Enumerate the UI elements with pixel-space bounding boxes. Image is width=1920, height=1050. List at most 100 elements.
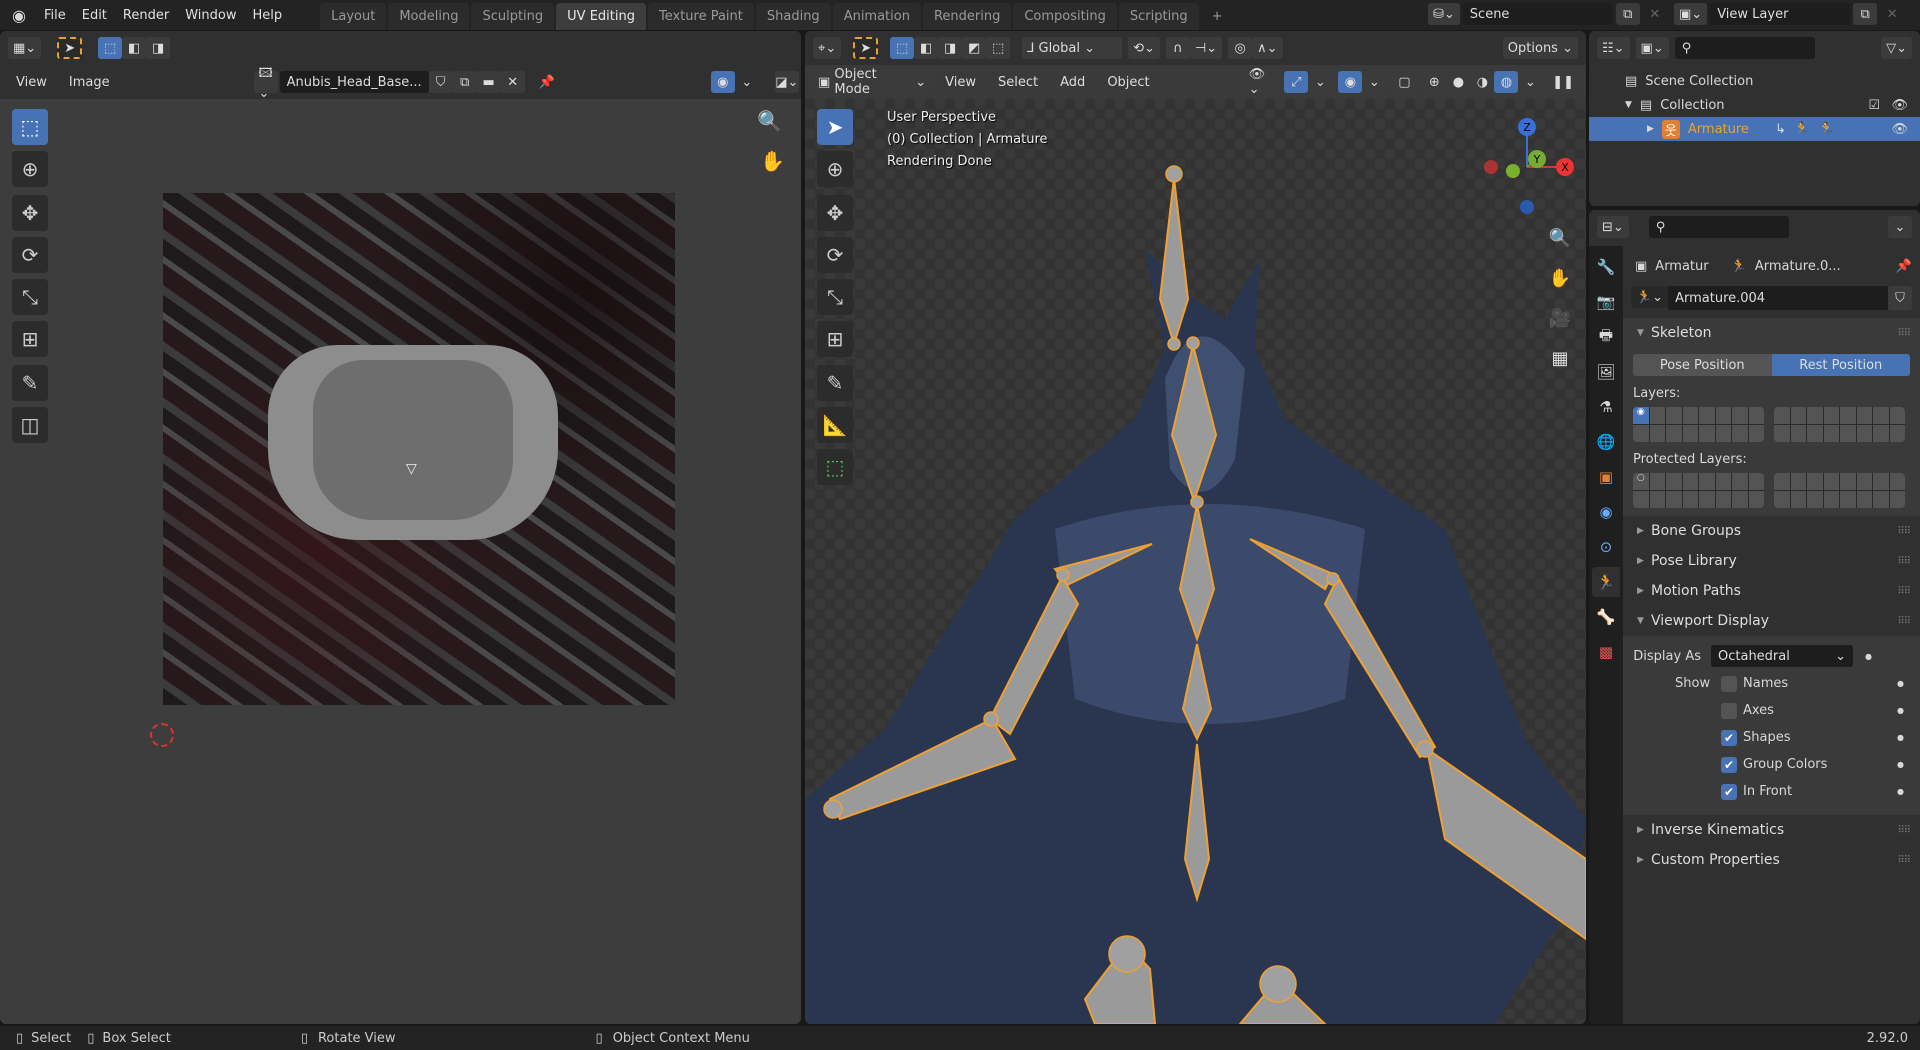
overlays-dropdown-icon[interactable]: ⌄	[1362, 71, 1387, 93]
view-layer-filter-icon[interactable]: ▣⌄	[1635, 37, 1669, 59]
rotate-tool-icon[interactable]: ⟳	[817, 237, 853, 273]
layer-cell[interactable]	[1732, 407, 1748, 424]
layer-cell[interactable]	[1873, 425, 1889, 442]
pivot-point-icon[interactable]: ⟲⌄	[1128, 37, 1160, 59]
layer-cell[interactable]	[1666, 425, 1682, 442]
layer-cell[interactable]	[1748, 407, 1764, 424]
tool-tab-icon[interactable]: 🔧	[1592, 252, 1620, 282]
layer-cell[interactable]: ◉	[1633, 407, 1649, 424]
show-shapes-checkbox[interactable]: ✔ Shapes ●	[1623, 724, 1920, 751]
layer-cell[interactable]	[1715, 425, 1731, 442]
uv-menu-view[interactable]: View	[8, 75, 55, 90]
panel-motion-paths[interactable]: ▶ Motion Paths ⠿⠿	[1623, 576, 1920, 606]
show-group-colors-checkbox[interactable]: ✔ Group Colors ●	[1623, 751, 1920, 778]
tab-compositing[interactable]: Compositing	[1013, 3, 1117, 30]
layer-cell[interactable]	[1823, 425, 1839, 442]
snap-target-icon[interactable]: ⊣⌄	[1189, 37, 1223, 59]
overlay-toggle-icon[interactable]: ◉	[710, 71, 735, 93]
pin-icon[interactable]: 📌	[539, 75, 555, 90]
keyframe-dot-icon[interactable]: ●	[1897, 706, 1904, 715]
layer-cell[interactable]	[1889, 425, 1905, 442]
move-tool-icon[interactable]: ✥	[817, 195, 853, 231]
pan-view-icon[interactable]: ✋	[1545, 259, 1575, 299]
layer-cell[interactable]	[1732, 425, 1748, 442]
eye-icon[interactable]: 👁	[1891, 98, 1908, 113]
keyframe-dot-icon[interactable]: ●	[1897, 787, 1904, 796]
layer-cell[interactable]	[1790, 473, 1806, 490]
tab-sculpting[interactable]: Sculpting	[471, 3, 555, 30]
fake-user-icon[interactable]: ⛉	[1888, 286, 1912, 310]
layer-cell[interactable]	[1889, 491, 1905, 508]
menu-file[interactable]: File	[36, 8, 74, 23]
select-new-icon[interactable]: ⬚	[890, 37, 915, 59]
drag-handle-icon[interactable]: ⠿⠿	[1897, 556, 1911, 567]
layer-cell[interactable]	[1732, 491, 1748, 508]
layer-cell[interactable]: ○	[1633, 473, 1649, 490]
layers-grid[interactable]: ◉	[1633, 407, 1910, 442]
scale-tool-icon[interactable]: ⤡	[12, 279, 48, 315]
layer-cell[interactable]	[1823, 407, 1839, 424]
layer-cell[interactable]	[1856, 425, 1872, 442]
layer-cell[interactable]	[1856, 473, 1872, 490]
exclude-checkbox-icon[interactable]: ☑	[1868, 98, 1880, 113]
eye-icon[interactable]: 👁	[1891, 122, 1908, 137]
layer-cell[interactable]	[1873, 491, 1889, 508]
layer-cell[interactable]	[1682, 473, 1698, 490]
viewport-menu-object[interactable]: Object	[1099, 75, 1157, 90]
view-layer-tab-icon[interactable]: 🖼	[1592, 357, 1620, 387]
layer-cell[interactable]	[1732, 473, 1748, 490]
transform-orientation-dropdown[interactable]: ⅃ Global ⌄	[1022, 37, 1123, 59]
select-intersect-icon[interactable]: ⬚	[986, 37, 1011, 59]
menu-render[interactable]: Render	[115, 8, 177, 23]
layer-cell[interactable]	[1699, 473, 1715, 490]
tab-modeling[interactable]: Modeling	[388, 3, 470, 30]
display-channels-icon[interactable]: ◪⌄	[774, 71, 799, 93]
viewport-menu-select[interactable]: Select	[990, 75, 1046, 90]
annotate-tool-icon[interactable]: ✎	[817, 365, 853, 401]
texture-tab-icon[interactable]: ▩	[1592, 637, 1620, 667]
layer-cell[interactable]	[1873, 473, 1889, 490]
filter-icon[interactable]: ▽⌄	[1881, 37, 1912, 59]
menu-window[interactable]: Window	[177, 8, 244, 23]
layer-cell[interactable]	[1748, 425, 1764, 442]
editor-type-icon[interactable]: ▦⌄	[8, 37, 42, 59]
outliner-item-armature[interactable]: ▶ 웃 Armature ↳ 🏃 🏃 👁	[1589, 117, 1920, 141]
physics-tab-icon[interactable]: ⊙	[1592, 532, 1620, 562]
unlink-image-icon[interactable]: ✕	[500, 71, 525, 93]
2d-cursor-icon[interactable]	[150, 723, 174, 747]
checkbox-icon[interactable]: ✔	[1721, 756, 1737, 773]
outliner-item-scene-collection[interactable]: ▤ Scene Collection	[1589, 69, 1920, 93]
select-mode-subtract-icon[interactable]: ◨	[146, 37, 171, 59]
material-shading-icon[interactable]: ◑	[1470, 71, 1495, 93]
open-image-icon[interactable]: ▬	[476, 71, 501, 93]
layer-cell[interactable]	[1774, 473, 1790, 490]
add-cube-tool-icon[interactable]: ⬚	[817, 449, 853, 485]
layer-cell[interactable]	[1790, 425, 1806, 442]
menu-help[interactable]: Help	[244, 8, 290, 23]
transform-tool-icon[interactable]: ⊞	[12, 321, 48, 357]
display-mode-icon[interactable]: ☷⌄	[1597, 37, 1630, 59]
layer-cell[interactable]	[1807, 491, 1823, 508]
panel-inverse-kinematics[interactable]: ▶ Inverse Kinematics ⠿⠿	[1623, 815, 1920, 845]
object-tab-icon[interactable]: ▣	[1592, 462, 1620, 492]
layer-cell[interactable]	[1748, 473, 1764, 490]
layer-cell[interactable]	[1649, 407, 1665, 424]
protected-layers-grid[interactable]: ○	[1633, 473, 1910, 508]
checkbox-icon[interactable]: ✔	[1721, 783, 1737, 800]
layer-cell[interactable]	[1807, 473, 1823, 490]
new-scene-icon[interactable]: ⧉	[1615, 3, 1640, 25]
layer-cell[interactable]	[1790, 491, 1806, 508]
layer-cell[interactable]	[1774, 491, 1790, 508]
layer-cell[interactable]	[1666, 491, 1682, 508]
tab-uv-editing[interactable]: UV Editing	[556, 3, 646, 30]
panel-skeleton-header[interactable]: ▼ Skeleton ⠿⠿	[1623, 318, 1920, 348]
layer-cell[interactable]	[1774, 407, 1790, 424]
layer-cell[interactable]	[1840, 425, 1856, 442]
blender-logo-icon[interactable]: ◉	[0, 6, 36, 25]
layer-cell[interactable]	[1807, 407, 1823, 424]
scale-tool-icon[interactable]: ⤡	[817, 279, 853, 315]
outliner-search-input[interactable]: ⚲	[1674, 37, 1815, 59]
editor-type-3d-icon[interactable]: ⌖⌄	[813, 37, 842, 59]
drag-handle-icon[interactable]: ⠿⠿	[1897, 825, 1911, 836]
select-tool-icon[interactable]: ➤	[853, 37, 879, 59]
